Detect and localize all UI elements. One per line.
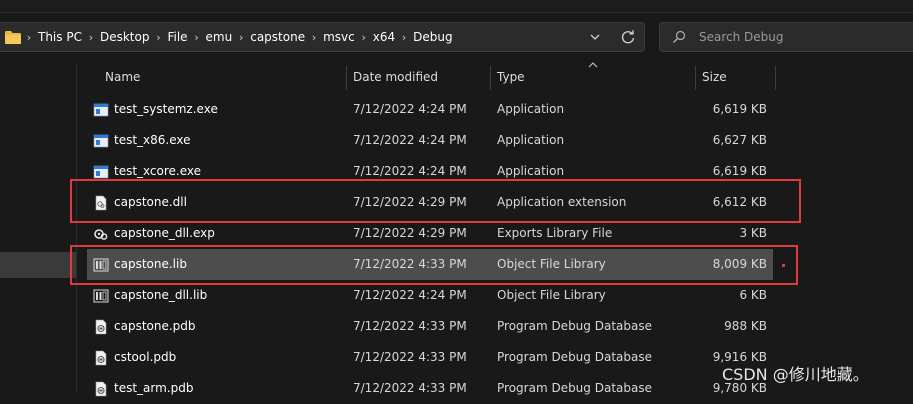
- breadcrumb-item[interactable]: This PC: [36, 30, 84, 44]
- file-type: Program Debug Database: [497, 319, 652, 333]
- breadcrumb-item[interactable]: x64: [371, 30, 397, 44]
- file-row[interactable]: test_systemz.exe 7/12/2022 4:24 PM Applica…: [87, 94, 773, 125]
- search-icon: [673, 30, 686, 43]
- breadcrumb-item[interactable]: capstone: [248, 30, 307, 44]
- column-divider[interactable]: [346, 66, 347, 90]
- chevron-right-icon: ›: [26, 30, 32, 44]
- chevron-right-icon[interactable]: ›: [397, 31, 411, 44]
- breadcrumb-item[interactable]: Debug: [411, 30, 454, 44]
- column-divider[interactable]: [695, 66, 696, 90]
- file-date-modified: 7/12/2022 4:29 PM: [353, 226, 467, 240]
- file-date-modified: 7/12/2022 4:33 PM: [353, 319, 467, 333]
- navigation-pane-selected-item[interactable]: [0, 252, 76, 278]
- column-divider[interactable]: [490, 66, 491, 90]
- file-name: capstone_dll.exp: [114, 226, 215, 240]
- file-size: 6 KB: [739, 288, 767, 302]
- chevron-down-icon[interactable]: [588, 30, 602, 44]
- breadcrumb-item[interactable]: Desktop: [98, 30, 152, 44]
- file-type: Program Debug Database: [497, 350, 652, 364]
- file-name: test_arm.pdb: [114, 381, 194, 395]
- breadcrumb-item[interactable]: File: [165, 30, 189, 44]
- sort-ascending-icon: [588, 62, 598, 68]
- chevron-right-icon[interactable]: ›: [190, 31, 204, 44]
- file-size: 6,619 KB: [712, 164, 767, 178]
- file-type: Application: [497, 102, 565, 116]
- highlight-box-capstone-dll: [70, 179, 801, 223]
- column-header-name[interactable]: Name: [105, 64, 140, 90]
- breadcrumb: › This PC › Desktop › File › emu › capst…: [22, 23, 455, 51]
- file-type: Exports Library File: [497, 226, 613, 240]
- file-date-modified: 7/12/2022 4:24 PM: [353, 133, 467, 147]
- exe-icon: [93, 133, 109, 149]
- chevron-right-icon[interactable]: ›: [151, 31, 165, 44]
- file-name: capstone_dll.lib: [114, 288, 208, 302]
- column-header-type[interactable]: Type: [497, 64, 525, 90]
- file-row[interactable]: capstone.pdb 7/12/2022 4:33 PM Program Deb…: [87, 311, 773, 342]
- column-header-size[interactable]: Size: [702, 64, 727, 90]
- file-type: Application: [497, 164, 565, 178]
- file-size: 988 KB: [724, 319, 767, 333]
- file-date-modified: 7/12/2022 4:24 PM: [353, 288, 467, 302]
- annotation-dot: [782, 264, 785, 267]
- file-row[interactable]: test_x86.exe 7/12/2022 4:24 PM Application…: [87, 125, 773, 156]
- file-date-modified: 7/12/2022 4:24 PM: [353, 102, 467, 116]
- chevron-right-icon[interactable]: ›: [234, 31, 248, 44]
- watermark: CSDN @修川地藏。: [722, 365, 869, 384]
- file-name: test_xcore.exe: [114, 164, 202, 178]
- address-bar[interactable]: › This PC › Desktop › File › emu › capst…: [0, 22, 645, 52]
- file-row[interactable]: cstool.pdb 7/12/2022 4:33 PM Program Debug…: [87, 342, 773, 373]
- column-header-date-modified[interactable]: Date modified: [353, 64, 438, 90]
- file-date-modified: 7/12/2022 4:24 PM: [353, 164, 467, 178]
- chevron-right-icon[interactable]: ›: [84, 31, 98, 44]
- file-name: cstool.pdb: [114, 350, 177, 364]
- breadcrumb-item[interactable]: emu: [204, 30, 235, 44]
- file-date-modified: 7/12/2022 4:33 PM: [353, 381, 467, 395]
- refresh-icon[interactable]: [620, 29, 636, 45]
- file-name: test_x86.exe: [114, 133, 191, 147]
- file-size: 3 KB: [739, 226, 767, 240]
- column-divider[interactable]: [775, 66, 776, 90]
- exp-icon: [93, 226, 109, 242]
- file-row[interactable]: test_arm.pdb 7/12/2022 4:33 PM Program Deb…: [87, 373, 773, 404]
- file-date-modified: 7/12/2022 4:33 PM: [353, 350, 467, 364]
- exe-icon: [93, 164, 109, 180]
- file-name: capstone.pdb: [114, 319, 196, 333]
- chevron-right-icon[interactable]: ›: [357, 31, 371, 44]
- file-type: Object File Library: [497, 288, 606, 302]
- navigation-pane-divider: [76, 64, 77, 392]
- file-type: Program Debug Database: [497, 381, 652, 395]
- exe-icon: [93, 102, 109, 118]
- pdb-icon: [93, 350, 109, 366]
- highlight-box-capstone-lib: [70, 245, 798, 285]
- search-input[interactable]: Search Debug: [699, 30, 784, 44]
- breadcrumb-item[interactable]: msvc: [321, 30, 357, 44]
- title-bar-edge: [0, 0, 913, 13]
- pdb-icon: [93, 319, 109, 335]
- folder-icon: [5, 31, 21, 44]
- chevron-right-icon[interactable]: ›: [307, 31, 321, 44]
- file-name: test_systemz.exe: [114, 102, 218, 116]
- file-size: 6,619 KB: [712, 102, 767, 116]
- lib-icon: [93, 288, 109, 304]
- search-box[interactable]: Search Debug: [659, 22, 913, 52]
- file-type: Application: [497, 133, 565, 147]
- pdb-icon: [93, 381, 109, 397]
- file-size: 6,627 KB: [712, 133, 767, 147]
